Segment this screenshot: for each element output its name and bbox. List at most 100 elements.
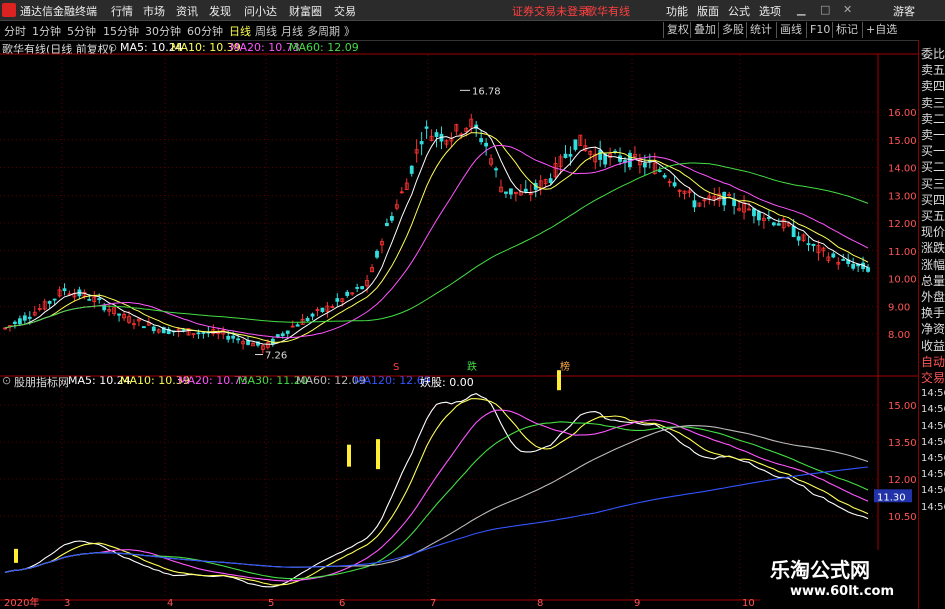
candle-body bbox=[484, 142, 489, 147]
overlay-button[interactable]: 叠加 bbox=[690, 22, 719, 38]
side-panel-item: 买一 bbox=[921, 144, 945, 159]
period-60min[interactable]: 60分钟 bbox=[187, 23, 223, 39]
price-tag-label: 11.30 bbox=[877, 492, 906, 503]
candle-body bbox=[141, 326, 146, 329]
candle-body bbox=[628, 152, 632, 168]
low-price-label: 7.26 bbox=[265, 351, 287, 362]
candle-body bbox=[355, 287, 360, 289]
menu-news[interactable]: 资讯 bbox=[176, 3, 198, 19]
menu-function[interactable]: 功能 bbox=[666, 3, 688, 19]
watermark: 乐淘公式网 www.60lt.com bbox=[760, 550, 918, 609]
trade-login-status[interactable]: 证券交易未登录 bbox=[512, 3, 589, 19]
candle-body bbox=[419, 141, 424, 145]
candle-body bbox=[563, 153, 568, 158]
period-more-icon[interactable]: 》 bbox=[344, 23, 355, 39]
side-panel-item: 卖三 bbox=[921, 95, 945, 110]
period-5min[interactable]: 5分钟 bbox=[67, 23, 96, 39]
side-panel-item: 换手 bbox=[921, 306, 945, 321]
main-ytick-label: 10.00 bbox=[888, 275, 917, 286]
period-30min[interactable]: 30分钟 bbox=[145, 23, 181, 39]
sub-ytick-label: 10.50 bbox=[888, 512, 917, 523]
candle-body bbox=[523, 188, 528, 192]
menu-formula[interactable]: 公式 bbox=[728, 3, 750, 19]
quote-side-panel: 委比 卖五 卖四 卖三 卖二 卖一 买一 买二 买三 买四 买五 现价 涨跌 涨幅 总量 外盘 换手 净资 收益 自动… bbox=[918, 40, 945, 609]
candle-body bbox=[22, 315, 27, 321]
candle-body bbox=[434, 132, 439, 137]
side-panel-item: 涨跌 bbox=[921, 241, 945, 256]
candle-body bbox=[47, 301, 52, 304]
candle-body bbox=[548, 178, 553, 184]
period-multi[interactable]: 多周期 bbox=[307, 23, 340, 39]
side-panel-item: 14:56 bbox=[921, 501, 945, 513]
side-panel-item: 净资 bbox=[921, 322, 945, 337]
menu-trade[interactable]: 交易 bbox=[334, 3, 356, 19]
side-panel-item: 14:56 bbox=[921, 436, 945, 448]
event-marker: 跌 bbox=[467, 360, 477, 373]
kline-chart[interactable]: 16.00 15.00 14.00 13.00 12.00 11.00 10.00 9.00 8… bbox=[0, 40, 918, 609]
candle-body bbox=[662, 175, 667, 178]
period-intraday[interactable]: 分时 bbox=[4, 23, 26, 39]
period-weekly[interactable]: 周线 bbox=[255, 23, 277, 39]
menu-ask[interactable]: 问小达 bbox=[244, 3, 277, 19]
menu-quotes[interactable]: 行情 bbox=[111, 3, 133, 19]
main-ytick-label: 11.00 bbox=[888, 247, 917, 258]
candle-body bbox=[226, 335, 231, 340]
menu-layout[interactable]: 版面 bbox=[697, 3, 719, 19]
candle-body bbox=[151, 326, 156, 332]
side-panel-item: 卖一 bbox=[921, 128, 945, 142]
restore-icon[interactable]: □ bbox=[820, 3, 830, 16]
xaxis-label: 2020年 bbox=[4, 596, 39, 609]
high-price-label: 16.78 bbox=[472, 86, 501, 97]
side-panel-item[interactable]: 自动 bbox=[921, 354, 945, 370]
signal-bar bbox=[14, 548, 18, 563]
statistics-button[interactable]: 统计 bbox=[746, 22, 775, 38]
period-15min[interactable]: 15分钟 bbox=[103, 23, 139, 39]
side-panel-item: 买二 bbox=[921, 160, 945, 175]
candle-body bbox=[201, 332, 206, 334]
close-icon[interactable]: ✕ bbox=[843, 3, 852, 16]
candle-body bbox=[385, 222, 389, 227]
side-panel-item[interactable]: 交易 bbox=[921, 370, 945, 386]
multi-stock-button[interactable]: 多股 bbox=[718, 22, 747, 38]
sub-ytick-label: 12.00 bbox=[888, 475, 917, 486]
f10-button[interactable]: F10 bbox=[806, 22, 833, 38]
candle-body bbox=[479, 138, 484, 143]
guest-user[interactable]: 游客 bbox=[893, 3, 915, 19]
candle-body bbox=[409, 165, 414, 174]
side-panel-item: 总量 bbox=[921, 273, 945, 288]
side-panel-item: 买四 bbox=[921, 192, 945, 207]
draw-line-button[interactable]: 画线 bbox=[776, 22, 805, 38]
main-ytick-label: 13.00 bbox=[888, 191, 917, 202]
period-monthly[interactable]: 月线 bbox=[281, 23, 303, 39]
side-panel-item: 委比 bbox=[921, 47, 945, 61]
sub-ma30-line bbox=[4, 421, 869, 580]
adjust-button[interactable]: 复权 bbox=[663, 22, 692, 38]
minimize-icon[interactable]: ▁ bbox=[797, 3, 805, 16]
side-panel-item: 外盘 bbox=[921, 290, 945, 304]
candle-body bbox=[791, 225, 796, 238]
candle-body bbox=[345, 291, 350, 296]
event-marker: S bbox=[393, 362, 399, 373]
candle-body bbox=[866, 267, 870, 272]
menu-community[interactable]: 财富圈 bbox=[289, 3, 322, 19]
side-panel-item: 14:56 bbox=[921, 469, 945, 481]
period-daily[interactable]: 日线 bbox=[229, 23, 251, 39]
candle-body bbox=[389, 216, 394, 221]
mark-button[interactable]: 标记 bbox=[832, 22, 861, 38]
candle-body bbox=[305, 317, 310, 321]
candle-body bbox=[181, 329, 186, 331]
period-1min[interactable]: 1分钟 bbox=[32, 23, 61, 39]
candle-body bbox=[672, 182, 677, 187]
add-watchlist-button[interactable]: +自选 bbox=[862, 22, 900, 38]
menu-discover[interactable]: 发现 bbox=[209, 3, 231, 19]
candle-body bbox=[732, 198, 737, 207]
candle-body bbox=[97, 298, 102, 301]
xaxis-label: 5 bbox=[268, 598, 274, 609]
candle-body bbox=[806, 243, 811, 246]
menu-options[interactable]: 选项 bbox=[759, 3, 781, 19]
app-logo-icon bbox=[2, 3, 16, 17]
candle-body bbox=[692, 200, 697, 208]
xaxis-label: 7 bbox=[430, 598, 436, 609]
menu-market[interactable]: 市场 bbox=[143, 3, 165, 19]
side-panel-item: 14:56 bbox=[921, 485, 945, 497]
